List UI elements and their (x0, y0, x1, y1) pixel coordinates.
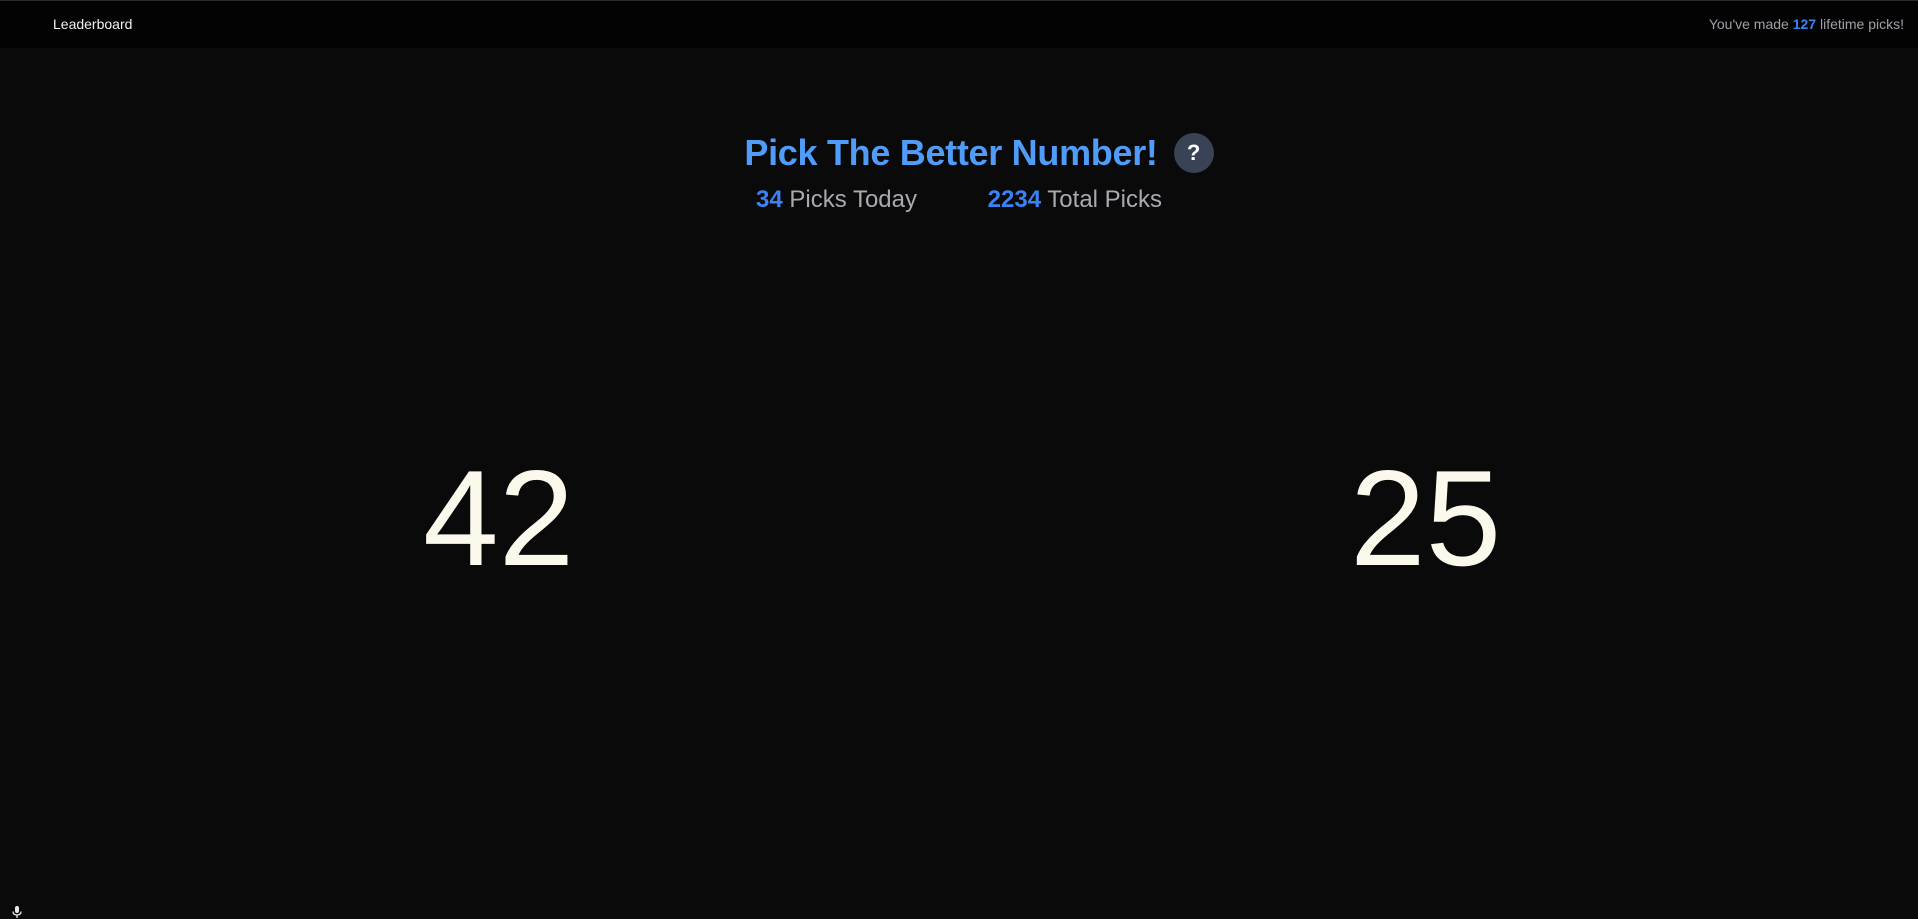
help-button[interactable]: ? (1173, 133, 1214, 173)
left-number-choice[interactable]: 42 (423, 450, 574, 586)
top-bar: Leaderboard You've made 127 lifetime pic… (0, 0, 1918, 48)
lifetime-suffix: lifetime picks! (1816, 16, 1904, 32)
pick-stats: 34 Picks Today 2234 Total Picks (0, 186, 1918, 214)
lifetime-picks-text: You've made 127 lifetime picks! (1709, 16, 1904, 32)
title-row: Pick The Better Number! ? (744, 132, 1214, 174)
right-number-choice[interactable]: 25 (1350, 450, 1501, 586)
microphone-icon[interactable] (10, 905, 24, 919)
page-header: Pick The Better Number! ? (0, 132, 1918, 174)
picks-today-count: 34 (756, 186, 783, 213)
picks-today: 34 Picks Today (756, 186, 917, 214)
question-icon: ? (1186, 140, 1201, 165)
page-title: Pick The Better Number! (744, 132, 1158, 173)
picks-today-label: Picks Today (782, 186, 917, 213)
leaderboard-link[interactable]: Leaderboard (53, 16, 132, 32)
lifetime-prefix: You've made (1708, 16, 1793, 32)
total-picks-label: Total Picks (1041, 186, 1162, 213)
total-picks: 2234 Total Picks (988, 186, 1162, 214)
lifetime-count: 127 (1792, 16, 1817, 32)
total-picks-count: 2234 (987, 186, 1042, 213)
